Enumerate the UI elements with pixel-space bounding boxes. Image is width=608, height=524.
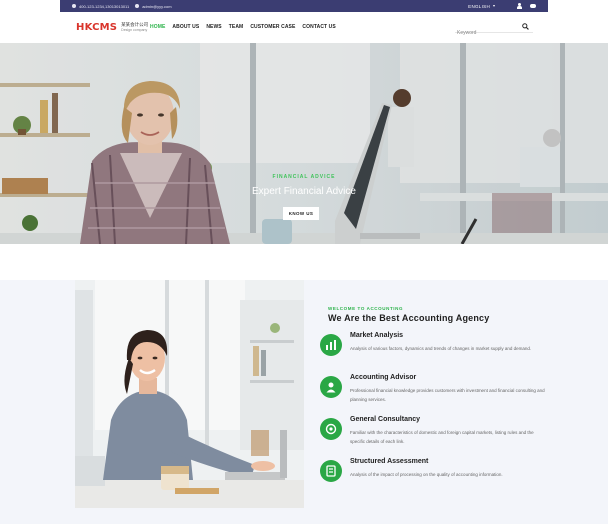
chart-icon bbox=[320, 334, 342, 356]
logo-text: HKCMS bbox=[76, 22, 118, 33]
search-input[interactable] bbox=[455, 27, 515, 39]
wechat-icon[interactable] bbox=[530, 3, 536, 9]
about-photo bbox=[75, 280, 304, 508]
assessment-icon bbox=[320, 460, 342, 482]
search-icon[interactable] bbox=[522, 23, 529, 30]
user-icon[interactable] bbox=[517, 3, 522, 9]
email-text[interactable]: admin@yyy.com bbox=[142, 4, 171, 9]
hero-banner: FINANCIAL ADVICE Expert Financial Advice… bbox=[0, 43, 608, 244]
feature-title: Accounting Advisor bbox=[350, 374, 417, 381]
about-section: WELCOME TO ACCOUNTING We Are the Best Ac… bbox=[0, 280, 608, 524]
nav-team[interactable]: TEAM bbox=[229, 24, 244, 30]
nav-home[interactable]: HOME bbox=[150, 24, 165, 30]
accountant-woman-image bbox=[75, 280, 304, 508]
logo-en-text: Design company bbox=[121, 27, 148, 32]
phone-info: 400-123-1234,13013013011 bbox=[72, 4, 129, 9]
top-contact-bar: 400-123-1234,13013013011 admin@yyy.com E… bbox=[60, 0, 548, 12]
about-kicker: WELCOME TO ACCOUNTING bbox=[328, 306, 404, 311]
consultancy-icon bbox=[320, 418, 342, 440]
logo-cn-text: 某某会计公司 bbox=[121, 22, 149, 27]
nav-contact-us[interactable]: CONTACT US bbox=[302, 24, 335, 30]
site-logo[interactable]: HKCMS 某某会计公司 Design company bbox=[76, 22, 148, 33]
hero-title: Expert Financial Advice bbox=[252, 186, 356, 197]
feature-desc: Analysis of the impact of processing on … bbox=[350, 472, 503, 477]
hero-kicker: FINANCIAL ADVICE bbox=[272, 174, 336, 180]
feature-desc: Analysis of various factors, dynamics an… bbox=[350, 346, 532, 351]
main-nav: HOME ABOUT US NEWS TEAM CUSTOMER CASE CO… bbox=[150, 24, 343, 30]
phone-icon bbox=[72, 4, 76, 8]
nav-customer-case[interactable]: CUSTOMER CASE bbox=[250, 24, 295, 30]
feature-desc: Familiar with the characteristics of dom… bbox=[350, 430, 534, 444]
email-icon bbox=[135, 4, 140, 8]
feature-desc: Professional financial knowledge provide… bbox=[350, 388, 545, 402]
about-title: We Are the Best Accounting Agency bbox=[328, 313, 490, 323]
feature-title: Structured Assessment bbox=[350, 458, 429, 465]
email-info[interactable]: admin@yyy.com bbox=[135, 4, 172, 9]
phone-text: 400-123-1234,13013013011 bbox=[79, 3, 130, 9]
feature-title: Market Analysis bbox=[350, 332, 404, 339]
advisor-icon bbox=[320, 376, 342, 398]
chevron-down-icon bbox=[493, 5, 495, 8]
nav-news[interactable]: NEWS bbox=[206, 24, 221, 30]
know-us-button[interactable]: KNOW US bbox=[283, 207, 319, 220]
nav-about-us[interactable]: ABOUT US bbox=[172, 24, 199, 30]
language-selector[interactable]: ENGLISH bbox=[468, 4, 495, 9]
feature-title: General Consultancy bbox=[350, 416, 421, 423]
site-header: HKCMS 某某会计公司 Design company HOME ABOUT U… bbox=[0, 12, 608, 43]
search-box bbox=[455, 21, 533, 39]
